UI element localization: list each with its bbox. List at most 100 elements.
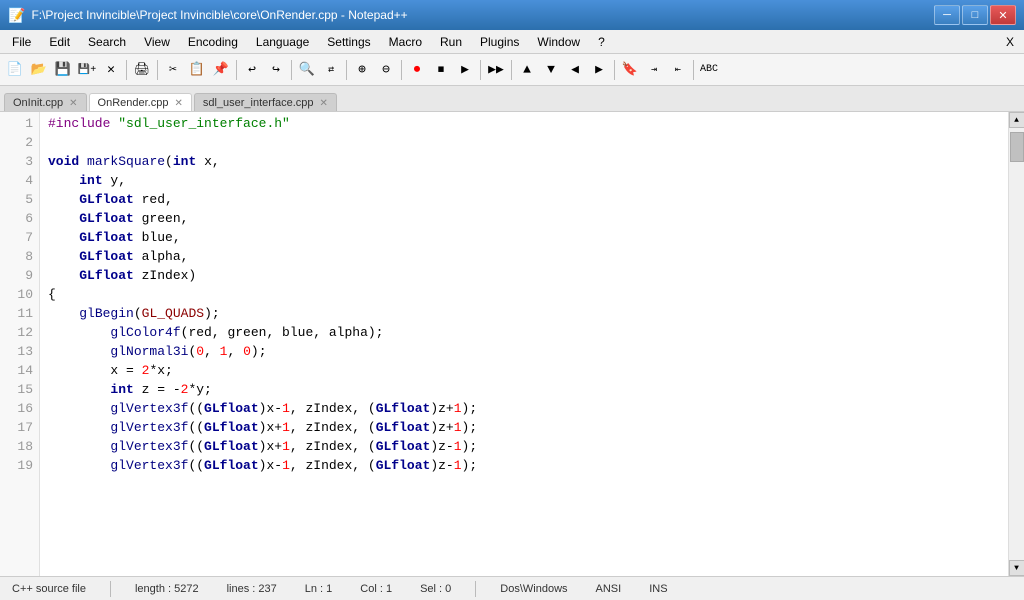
cast2: GLfloat xyxy=(376,399,431,418)
num-2: 2 xyxy=(142,361,150,380)
zoom-in-button[interactable]: ⊕ xyxy=(351,59,373,81)
num-1: 1 xyxy=(220,342,228,361)
macro-play-button[interactable]: ▶ xyxy=(454,59,476,81)
maximize-button[interactable]: □ xyxy=(962,5,988,25)
line-num: 13 xyxy=(6,342,33,361)
new-button[interactable]: 📄 xyxy=(4,59,26,81)
move-right-button[interactable]: ▶ xyxy=(588,59,610,81)
save-all-button[interactable]: 💾+ xyxy=(76,59,98,81)
tab-oninit[interactable]: OnInit.cpp ✕ xyxy=(4,93,87,111)
code-line-18: glVertex3f((GLfloat)x+1, zIndex, (GLfloa… xyxy=(48,437,1000,456)
menu-window[interactable]: Window xyxy=(529,33,588,51)
tab-bar: OnInit.cpp ✕ OnRender.cpp ✕ sdl_user_int… xyxy=(0,86,1024,112)
menu-search[interactable]: Search xyxy=(80,33,134,51)
menu-macro[interactable]: Macro xyxy=(381,33,430,51)
status-bar: C++ source file length : 5272 lines : 23… xyxy=(0,576,1024,600)
num-2b: 2 xyxy=(181,380,189,399)
menu-language[interactable]: Language xyxy=(248,33,317,51)
status-encoding: ANSI xyxy=(592,583,626,595)
tab-oninit-close[interactable]: ✕ xyxy=(69,98,77,109)
code-line-14: x = 2*x; xyxy=(48,361,1000,380)
function-name: markSquare xyxy=(87,152,165,171)
undo-button[interactable]: ↩ xyxy=(241,59,263,81)
move-up-button[interactable]: ▲ xyxy=(516,59,538,81)
bookmark-button[interactable]: 🔖 xyxy=(619,59,641,81)
scroll-down-button[interactable]: ▼ xyxy=(1009,560,1024,576)
menu-settings[interactable]: Settings xyxy=(319,33,378,51)
code-line-10: { xyxy=(48,285,1000,304)
window-title: F:\Project Invincible\Project Invincible… xyxy=(31,8,934,22)
tab-sdl-label: sdl_user_interface.cpp xyxy=(203,97,314,109)
toolbar-sep-8 xyxy=(511,60,512,80)
spellcheck-button[interactable]: ABC xyxy=(698,59,720,81)
code-line-16: glVertex3f((GLfloat)x-1, zIndex, (GLfloa… xyxy=(48,399,1000,418)
status-sel: Sel : 0 xyxy=(416,583,455,595)
code-line-13: glNormal3i(0, 1, 0); xyxy=(48,342,1000,361)
minimize-button[interactable]: ─ xyxy=(934,5,960,25)
menu-view[interactable]: View xyxy=(136,33,178,51)
move-left-button[interactable]: ◀ xyxy=(564,59,586,81)
copy-button[interactable]: 📋 xyxy=(186,59,208,81)
toolbar-sep-2 xyxy=(157,60,158,80)
close-panel-button[interactable]: X xyxy=(1000,35,1020,49)
line-num: 8 xyxy=(6,247,33,266)
close-button-tb[interactable]: ✕ xyxy=(100,59,122,81)
status-length: length : 5272 xyxy=(131,583,203,595)
code-line-1: #include "sdl_user_interface.h" xyxy=(48,114,1000,133)
vertical-scrollbar[interactable]: ▲ ▼ xyxy=(1008,112,1024,576)
outdent-button[interactable]: ⇤ xyxy=(667,59,689,81)
code-editor[interactable]: #include "sdl_user_interface.h" void mar… xyxy=(40,112,1008,576)
tab-onrender-close[interactable]: ✕ xyxy=(174,98,182,109)
line-num: 1 xyxy=(6,114,33,133)
cast3: GLfloat xyxy=(204,418,259,437)
redo-button[interactable]: ↪ xyxy=(265,59,287,81)
code-line-5: GLfloat red, xyxy=(48,190,1000,209)
scroll-up-button[interactable]: ▲ xyxy=(1009,112,1024,128)
scroll-thumb[interactable] xyxy=(1010,132,1024,162)
close-button[interactable]: ✕ xyxy=(990,5,1016,25)
status-lines: lines : 237 xyxy=(223,583,281,595)
find-button[interactable]: 🔍 xyxy=(296,59,318,81)
cast7: GLfloat xyxy=(204,456,259,475)
open-button[interactable]: 📂 xyxy=(28,59,50,81)
save-button[interactable]: 💾 xyxy=(52,59,74,81)
tab-sdl[interactable]: sdl_user_interface.cpp ✕ xyxy=(194,93,337,111)
toolbar-sep-4 xyxy=(291,60,292,80)
menu-run[interactable]: Run xyxy=(432,33,470,51)
print-button[interactable]: 🖨 xyxy=(131,59,153,81)
menu-plugins[interactable]: Plugins xyxy=(472,33,527,51)
paste-button[interactable]: 📌 xyxy=(210,59,232,81)
num-0: 0 xyxy=(196,342,204,361)
move-down-button[interactable]: ▼ xyxy=(540,59,562,81)
line-num: 12 xyxy=(6,323,33,342)
toolbar-sep-9 xyxy=(614,60,615,80)
scroll-track[interactable] xyxy=(1009,128,1024,560)
status-sep-2 xyxy=(475,581,476,597)
menu-file[interactable]: File xyxy=(4,33,39,51)
run-button[interactable]: ▶▶ xyxy=(485,59,507,81)
menu-edit[interactable]: Edit xyxy=(41,33,78,51)
toolbar-sep-6 xyxy=(401,60,402,80)
tab-onrender[interactable]: OnRender.cpp ✕ xyxy=(89,93,192,111)
zoom-out-button[interactable]: ⊖ xyxy=(375,59,397,81)
macro-rec-button[interactable]: ⏺ xyxy=(406,59,428,81)
indent-button[interactable]: ⇥ xyxy=(643,59,665,81)
menu-encoding[interactable]: Encoding xyxy=(180,33,246,51)
type-glfloat4: GLfloat xyxy=(79,247,134,266)
replace-button[interactable]: ⇄ xyxy=(320,59,342,81)
num-0b: 0 xyxy=(243,342,251,361)
status-file-type: C++ source file xyxy=(8,583,90,595)
cast6: GLfloat xyxy=(376,437,431,456)
toolbar: 📄 📂 💾 💾+ ✕ 🖨 ✂ 📋 📌 ↩ ↪ 🔍 ⇄ ⊕ ⊖ ⏺ ⏹ ▶ ▶▶ … xyxy=(0,54,1024,86)
menu-help[interactable]: ? xyxy=(590,33,613,51)
line-num: 3 xyxy=(6,152,33,171)
cut-button[interactable]: ✂ xyxy=(162,59,184,81)
status-line-ending: Dos\Windows xyxy=(496,583,571,595)
line-num: 7 xyxy=(6,228,33,247)
status-col: Col : 1 xyxy=(356,583,396,595)
macro-stop-button[interactable]: ⏹ xyxy=(430,59,452,81)
tab-sdl-close[interactable]: ✕ xyxy=(320,98,328,109)
code-line-9: GLfloat zIndex) xyxy=(48,266,1000,285)
fn-glvertex3: glVertex3f xyxy=(110,437,188,456)
line-num: 5 xyxy=(6,190,33,209)
